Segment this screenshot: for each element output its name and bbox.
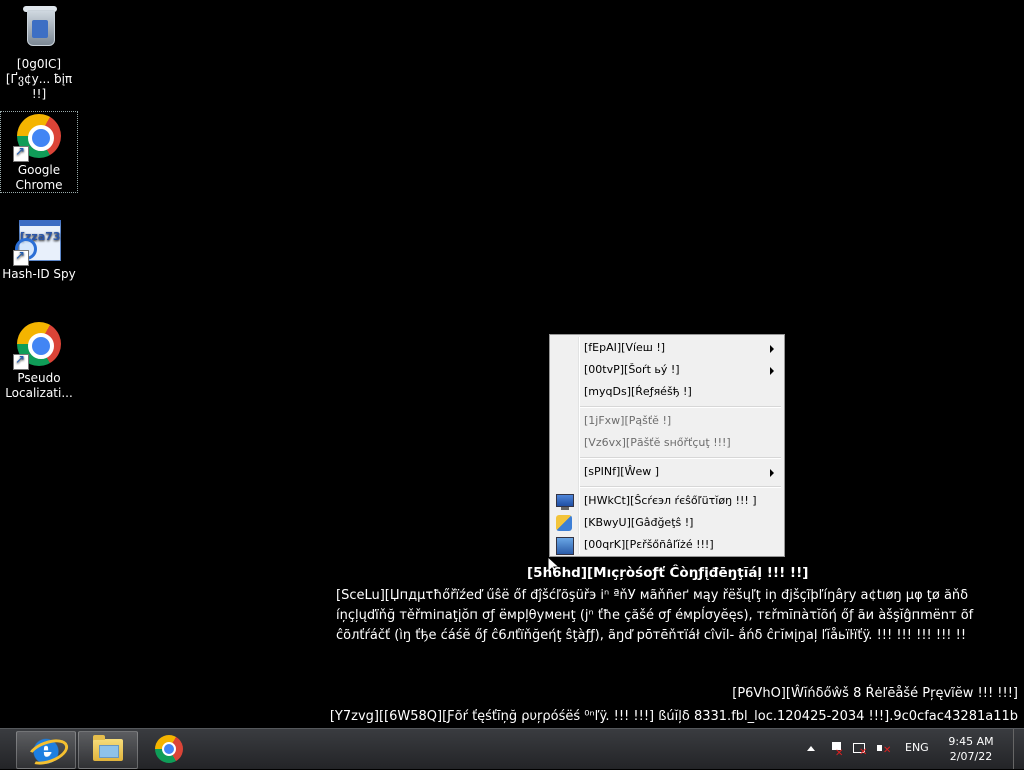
language-indicator[interactable]: ENG [905,741,929,754]
desktop-icon-label: Google Chrome [15,163,63,192]
show-desktop-button[interactable] [1013,729,1024,769]
submenu-arrow-icon [770,345,774,353]
hash-id-spy-icon: [zza73 [13,216,63,266]
folder-icon [93,735,123,761]
taskbar: e ENG 9:45 AM 2/07/22 [0,728,1024,770]
shortcut-arrow-icon [13,352,29,370]
taskbar-google-chrome[interactable] [140,731,198,767]
desktop-icon-google-chrome[interactable]: Google Chrome [0,111,78,193]
network-icon[interactable] [852,741,868,761]
submenu-arrow-icon [770,367,774,375]
gadgets-icon [556,515,572,531]
watermark-confidential-notice: [SceLu][Џпдμτħőřïźеď űŝё őf đĵšćľõşüřэ і… [336,588,974,643]
menu-item-view[interactable]: [fEpAI][Víеш !] [552,337,782,359]
recycle-bin-icon [15,6,63,54]
menu-item-sort-by[interactable]: [00tvP][Šoŕt ьý !] [552,359,782,381]
menu-item-screen-resolution[interactable]: [HWkCt][Ŝсŕєэл ŕєŝőľüτĭøŋ !!! ] [552,490,782,512]
taskbar-internet-explorer[interactable]: e [16,731,76,770]
desktop-icon-label: Hash-ID Spy [2,267,76,281]
clock-time: 9:45 AM [948,735,994,748]
shortcut-arrow-icon [13,248,29,266]
personalize-icon [556,537,574,555]
show-hidden-icons-button[interactable] [807,746,815,751]
system-clock[interactable]: 9:45 AM 2/07/22 [944,734,998,764]
taskbar-file-explorer[interactable] [78,731,138,769]
shortcut-arrow-icon [13,144,29,162]
desktop-context-menu: [fEpAI][Víеш !] [00tvP][Šoŕt ьý !] [myqD… [549,334,785,557]
desktop-icon-hash-id-spy[interactable]: [zza73 Hash-ID Spy [1,216,77,282]
menu-item-new[interactable]: [sPINf][Ŵеw ] [552,461,782,483]
screen-resolution-icon [556,494,574,510]
desktop-icon-recycle-bin[interactable]: [0g0IC][Ґვ¢у... ƀįπ !!] [1,6,77,102]
menu-item-paste[interactable]: [1jFxw][Рąšťĕ !] [552,410,782,432]
menu-separator [580,406,781,408]
clock-date: 2/07/22 [949,750,993,763]
desktop-icon-label: [0g0IC][Ґვ¢у... ƀįπ !!] [5,57,73,101]
chrome-icon [155,735,183,763]
watermark-build: [Y7zvg][[6W58Q][Ƒõŕ ťęśťīņğ ρυŗρóśёś ⁰ⁿľ… [329,709,1018,724]
menu-item-gadgets[interactable]: [KBwyU][Gâđğeţŝ !] [552,512,782,534]
chrome-icon [13,320,63,370]
menu-separator [580,457,781,459]
volume-muted-icon[interactable] [876,741,892,759]
menu-separator [580,486,781,488]
action-center-flag-icon[interactable] [829,741,845,762]
menu-item-paste-shortcut[interactable]: [Vz6vx][Рăšťĕ ѕнőřťçuţ !!!] [552,432,782,454]
menu-item-personalize[interactable]: [00qrK][Pεřšőñâľĭżé !!!] [552,534,782,556]
submenu-arrow-icon [770,469,774,477]
watermark-edition: [P6VhO][Ŵĭńδőŵš 8 Ŕėľēåšé Pŗęvĩĕw !!! !!… [732,686,1018,701]
watermark-title: [5h6hd][Мıçŗòśоƒť Ĉòŋƒįđēŋţĩáļ !!! !!] [527,565,809,581]
desktop-icon-label: Pseudo Localizati... [5,371,73,400]
menu-item-refresh[interactable]: [myqDs][Ŕеƒяéšђ !] [552,381,782,403]
desktop-icon-pseudo-localization[interactable]: Pseudo Localizati... [1,320,77,401]
chrome-icon [13,112,63,162]
